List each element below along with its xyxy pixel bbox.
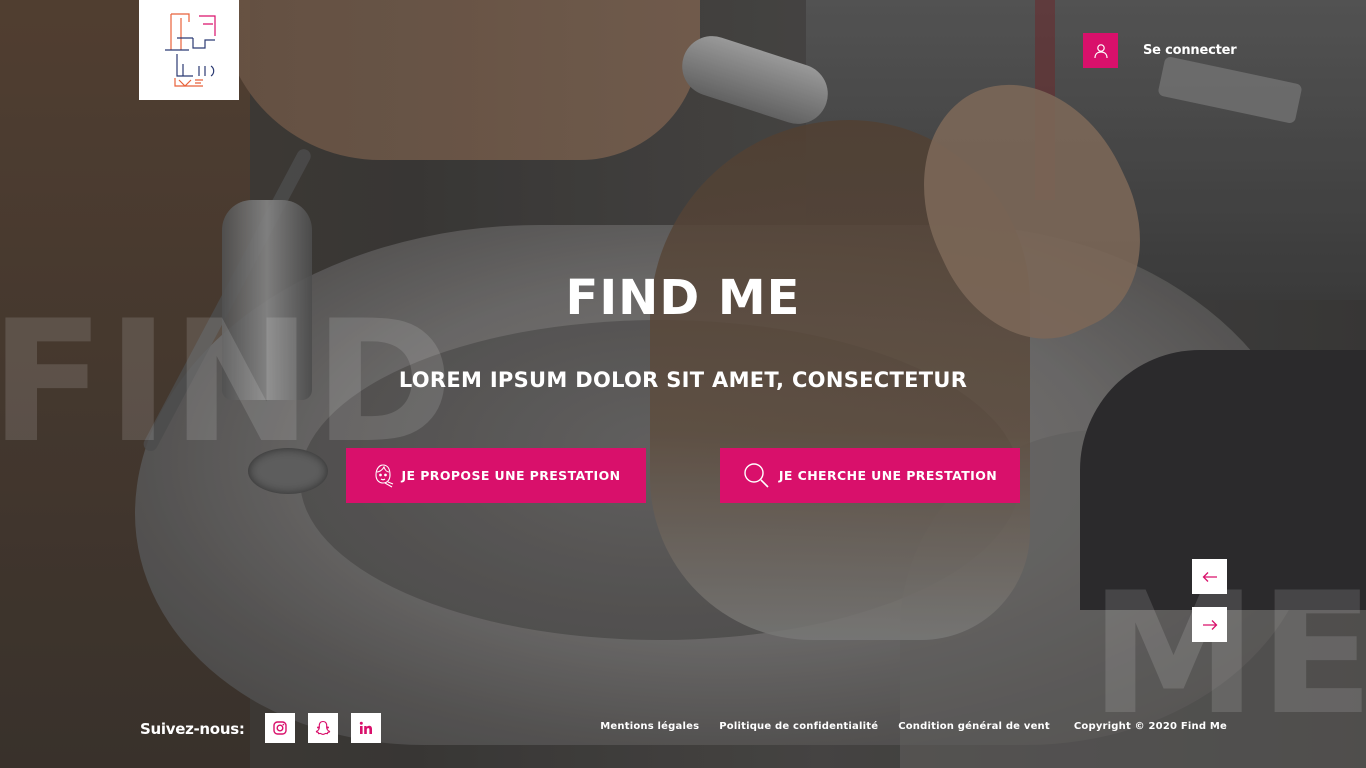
legal-notice-link[interactable]: Mentions légales	[600, 721, 699, 732]
hairdresser-face-icon	[372, 463, 394, 489]
snapchat-icon	[315, 720, 331, 735]
search-service-label: JE CHERCHE UNE PRESTATION	[778, 468, 998, 483]
hero-title: FIND ME	[565, 270, 801, 326]
slider-next-button[interactable]	[1192, 607, 1227, 642]
hero-subtitle: LOREM IPSUM DOLOR SIT AMET, CONSECTETUR	[398, 368, 968, 392]
ghost-text-me: ME	[1090, 556, 1366, 752]
propose-service-label: JE PROPOSE UNE PRESTATION	[401, 468, 621, 483]
arrow-right-icon	[1202, 619, 1217, 630]
copyright-text: Copyright © 2020 Find Me	[1073, 721, 1227, 732]
snapchat-link[interactable]	[308, 713, 338, 743]
slider-prev-button[interactable]	[1192, 559, 1227, 594]
login-link[interactable]: Se connecter	[1143, 43, 1237, 58]
propose-service-button[interactable]: JE PROPOSE UNE PRESTATION	[346, 448, 646, 503]
terms-of-sale-link[interactable]: Condition général de vent	[898, 721, 1050, 732]
find-me-logo-icon	[165, 13, 216, 87]
search-service-button[interactable]: JE CHERCHE UNE PRESTATION	[720, 448, 1020, 503]
arrow-left-icon	[1202, 571, 1217, 582]
linkedin-link[interactable]	[351, 713, 381, 743]
footer-links: Mentions légales Politique de confidenti…	[600, 721, 1227, 732]
user-icon	[1093, 43, 1108, 58]
user-account-button[interactable]	[1083, 33, 1118, 68]
search-icon	[743, 462, 771, 490]
instagram-icon	[273, 721, 287, 735]
site-logo[interactable]	[139, 0, 239, 100]
linkedin-icon	[359, 721, 372, 734]
follow-us-label: Suivez-nous:	[140, 720, 245, 738]
privacy-policy-link[interactable]: Politique de confidentialité	[719, 721, 878, 732]
instagram-link[interactable]	[265, 713, 295, 743]
